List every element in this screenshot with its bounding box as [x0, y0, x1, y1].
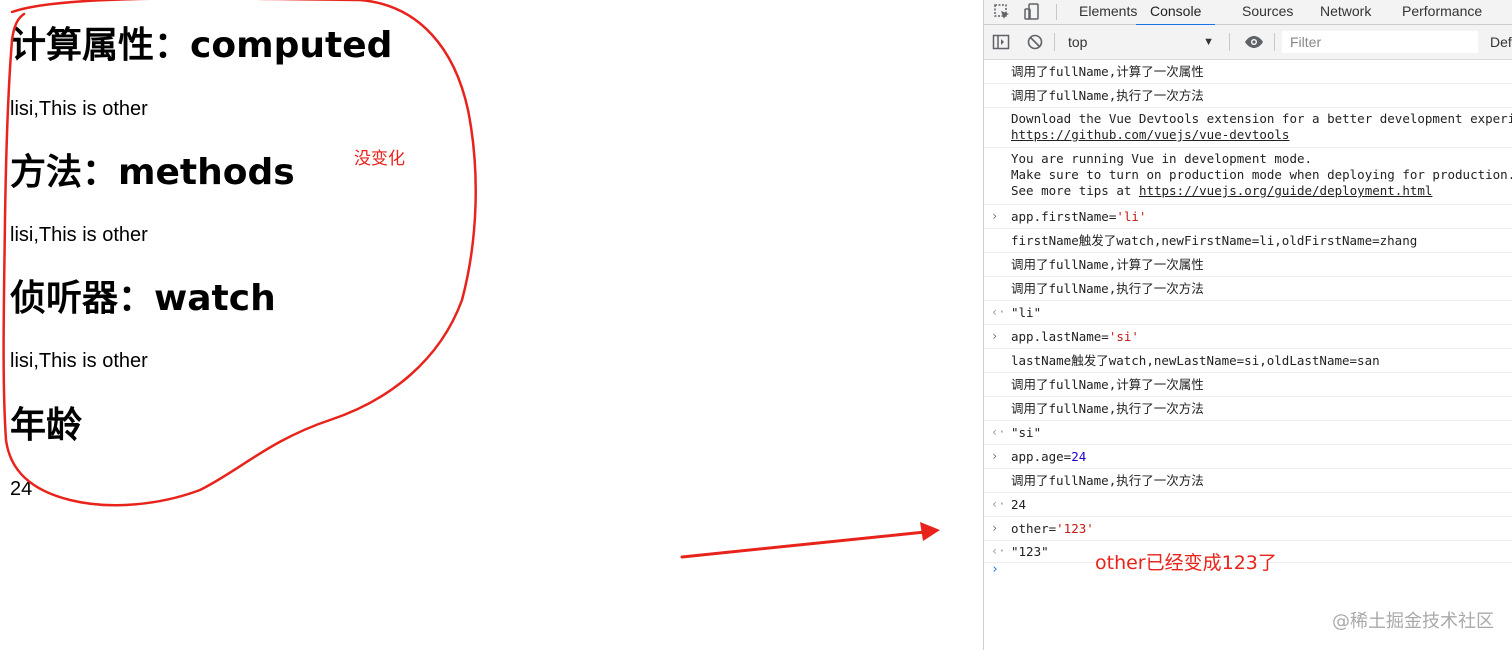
- console-input: › app.age=24: [984, 445, 1512, 469]
- console-message: 调用了fullName,计算了一次属性: [984, 373, 1512, 397]
- console-message: Download the Vue Devtools extension for …: [984, 108, 1512, 148]
- console-result: ‹· "si": [984, 421, 1512, 445]
- log-text: See more tips at https://vuejs.org/guide…: [1011, 182, 1432, 199]
- watch-heading: 侦听器：watch: [10, 278, 276, 319]
- console-message: lastName触发了watch,newLastName=si,oldLastN…: [984, 349, 1512, 373]
- annotation-arrow-line: [680, 530, 927, 559]
- methods-value: lisi,This is other: [10, 224, 148, 246]
- input-chevron-icon: ›: [991, 449, 999, 463]
- input-chevron-icon: ›: [991, 209, 999, 223]
- filter-input[interactable]: [1282, 31, 1478, 53]
- tab-network[interactable]: Network: [1320, 0, 1371, 24]
- console-message: 调用了fullName,计算了一次属性: [984, 60, 1512, 84]
- age-value: 24: [10, 478, 33, 500]
- devtools-tabbar: Elements Console Sources Network Perform…: [984, 0, 1512, 26]
- result-arrow-icon: ‹·: [991, 497, 1006, 511]
- input-code-expr: app.lastName=: [1011, 329, 1109, 344]
- input-chevron-icon: ›: [991, 329, 999, 343]
- log-text: 调用了fullName,计算了一次属性: [1011, 377, 1204, 392]
- input-code-expr: app.firstName=: [1011, 209, 1117, 224]
- console-message: 调用了fullName,执行了一次方法: [984, 84, 1512, 108]
- toolbar-separator: [1054, 33, 1055, 51]
- tab-performance[interactable]: Performance: [1402, 0, 1482, 24]
- toolbar-separator: [1229, 33, 1230, 51]
- console-message: You are running Vue in development mode.…: [984, 148, 1512, 205]
- result-value: 24: [1011, 497, 1027, 512]
- watch-value: lisi,This is other: [10, 350, 148, 372]
- log-text: 调用了fullName,执行了一次方法: [1011, 401, 1204, 416]
- console-result: ‹· "li": [984, 301, 1512, 325]
- log-text: 调用了fullName,执行了一次方法: [1011, 281, 1204, 296]
- log-text: 调用了fullName,计算了一次属性: [1011, 257, 1204, 272]
- input-code: app.lastName='si': [1011, 328, 1139, 345]
- log-text-prefix: See more tips at: [1011, 183, 1139, 198]
- vue-devtools-link[interactable]: https://github.com/vuejs/vue-devtools: [1011, 126, 1289, 143]
- toolbar-separator: [1274, 33, 1275, 51]
- clear-console-icon[interactable]: [1026, 33, 1044, 51]
- tab-sources[interactable]: Sources: [1242, 0, 1293, 24]
- annotation-arrow-head: [920, 522, 940, 541]
- show-sidebar-icon[interactable]: [992, 33, 1010, 51]
- log-levels-select[interactable]: Def: [1490, 31, 1512, 53]
- watermark: @稀土掘金技术社区: [1332, 611, 1494, 632]
- console-message: 调用了fullName,计算了一次属性: [984, 253, 1512, 277]
- input-code: app.age=24: [1011, 448, 1086, 465]
- tab-console[interactable]: Console: [1136, 0, 1216, 26]
- console-input: › other='123': [984, 517, 1512, 541]
- console-message: 调用了fullName,执行了一次方法: [984, 469, 1512, 493]
- device-toolbar-icon[interactable]: [1022, 2, 1042, 22]
- context-select[interactable]: top ▼: [1060, 31, 1220, 53]
- tab-elements[interactable]: Elements: [1079, 0, 1137, 24]
- input-code-arg: 24: [1071, 449, 1087, 464]
- log-text: 调用了fullName,计算了一次属性: [1011, 64, 1204, 79]
- log-text: firstName触发了watch,newFirstName=li,oldFir…: [1011, 233, 1418, 248]
- console-message: 调用了fullName,执行了一次方法: [984, 277, 1512, 301]
- console-toolbar: top ▼ Def: [984, 25, 1512, 60]
- console-input: › app.firstName='li': [984, 205, 1512, 229]
- log-text: lastName触发了watch,newLastName=si,oldLastN…: [1011, 353, 1380, 368]
- context-label: top: [1068, 34, 1088, 50]
- inspect-element-icon[interactable]: [992, 2, 1012, 22]
- log-text: 调用了fullName,执行了一次方法: [1011, 473, 1204, 488]
- console-message: 调用了fullName,执行了一次方法: [984, 397, 1512, 421]
- console-message: firstName触发了watch,newFirstName=li,oldFir…: [984, 229, 1512, 253]
- input-code-arg: 'si': [1108, 329, 1139, 344]
- result-arrow-icon: ‹·: [991, 425, 1006, 439]
- result-arrow-icon: ‹·: [991, 544, 1006, 558]
- log-text: 调用了fullName,执行了一次方法: [1011, 88, 1204, 103]
- computed-heading: 计算属性：computed: [10, 25, 393, 66]
- input-code: app.firstName='li': [1011, 208, 1146, 225]
- input-code-expr: other=: [1011, 521, 1057, 536]
- computed-value: lisi,This is other: [10, 98, 148, 120]
- annotation-other-changed: other已经变成123了: [1095, 552, 1277, 574]
- annotation-unchanged: 没变化: [354, 149, 405, 169]
- vue-deployment-link[interactable]: https://vuejs.org/guide/deployment.html: [1139, 183, 1433, 198]
- input-chevron-icon: ›: [991, 521, 999, 535]
- result-value: "si": [1011, 425, 1042, 440]
- result-value: "li": [1011, 305, 1042, 320]
- vue-demo-page: 计算属性：computed lisi,This is other 方法：meth…: [0, 0, 640, 650]
- console-prompt[interactable]: ›: [991, 562, 999, 577]
- result-value: "123": [1011, 544, 1049, 559]
- input-code-expr: app.age=: [1011, 449, 1072, 464]
- console-input: › app.lastName='si': [984, 325, 1512, 349]
- age-heading: 年龄: [10, 405, 83, 446]
- dropdown-arrow-icon: ▼: [1203, 36, 1214, 48]
- result-arrow-icon: ‹·: [991, 305, 1006, 319]
- console-result: ‹· 24: [984, 493, 1512, 517]
- log-text: Download the Vue Devtools extension for …: [1011, 111, 1512, 126]
- input-code-arg: 'li': [1116, 209, 1147, 224]
- log-text: You are running Vue in development mode.: [1011, 151, 1313, 166]
- methods-heading: 方法：methods: [10, 152, 295, 193]
- input-code: other='123': [1011, 520, 1094, 537]
- log-text: Make sure to turn on production mode whe…: [1011, 167, 1512, 182]
- tabbar-separator: [1056, 4, 1057, 20]
- live-expression-eye-icon[interactable]: [1244, 33, 1263, 51]
- input-code-arg: '123': [1056, 521, 1094, 536]
